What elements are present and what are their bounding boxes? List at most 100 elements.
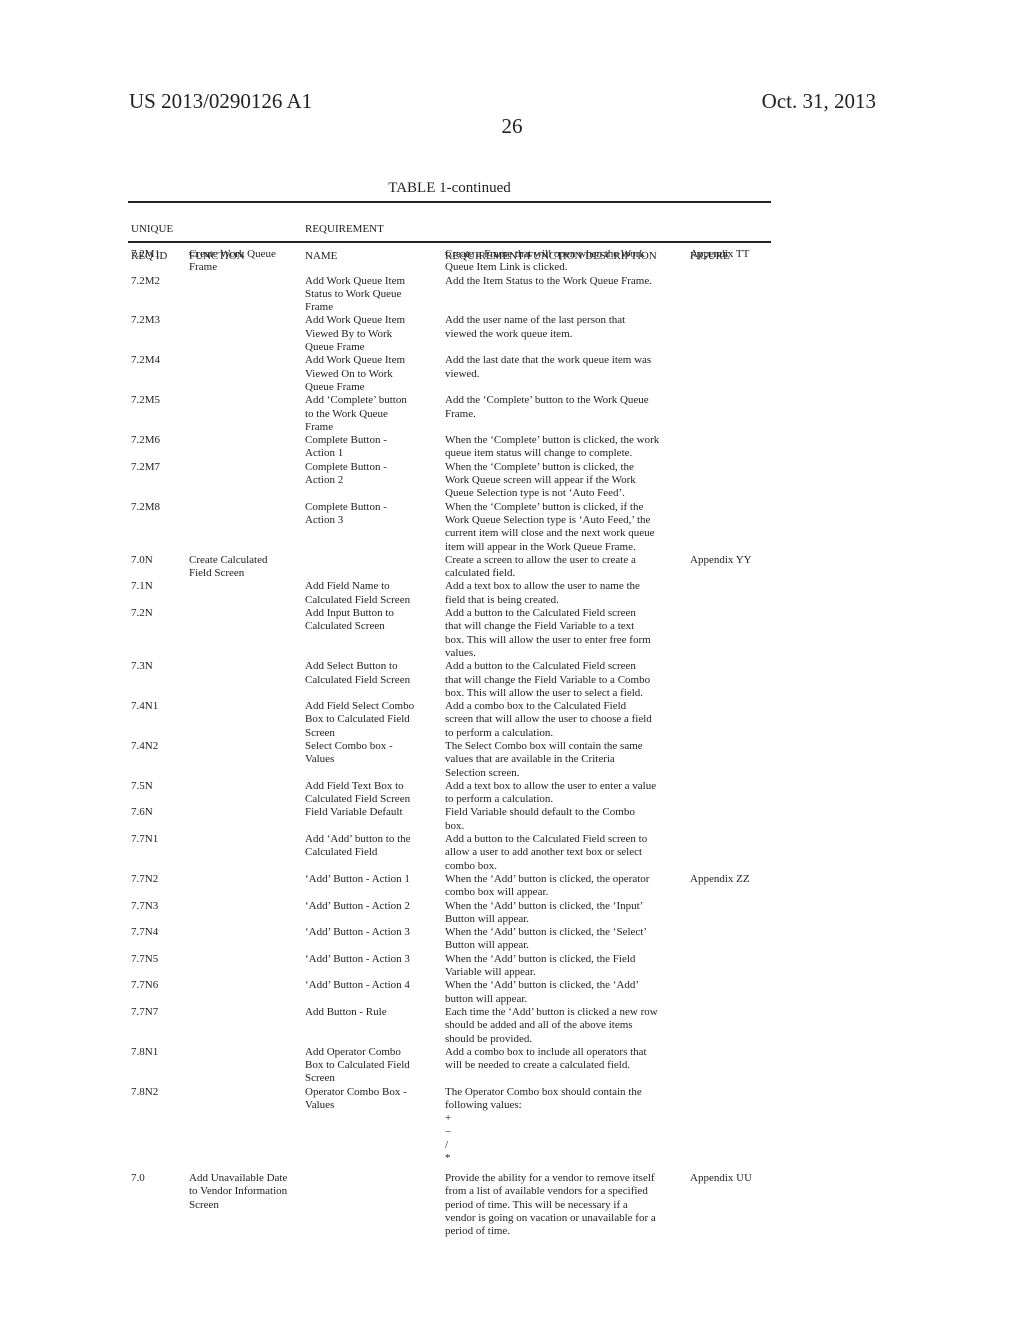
description-cell-line: combo box. bbox=[445, 859, 497, 872]
req-id-cell: 7.7N6 bbox=[131, 979, 186, 992]
column-header-line: UNIQUE bbox=[131, 223, 174, 236]
description-cell-line: Queue Item Link is clicked. bbox=[445, 261, 568, 274]
column-header-line: REQUIREMENT bbox=[305, 223, 384, 236]
req-id-cell-line: 7.2M1 bbox=[131, 248, 161, 260]
description-cell-line: When the ‘Complete’ button is clicked, i… bbox=[445, 500, 644, 513]
description-cell-line: + bbox=[445, 1112, 452, 1125]
description-cell-line: Add the user name of the last person tha… bbox=[445, 314, 626, 327]
requirement-name-cell-line: Values bbox=[305, 1099, 335, 1111]
description-cell-line: period of time. This will be necessary i… bbox=[445, 1198, 628, 1211]
req-id-cell-line: 7.8N1 bbox=[131, 1045, 159, 1058]
req-id-cell: 7.2M3 bbox=[131, 314, 186, 327]
req-id-cell-line: 7.7N1 bbox=[131, 833, 159, 846]
description-cell: Field Variable should default to the Com… bbox=[445, 806, 681, 833]
table-row: 7.6N Field Variable Default Field Variable… bbox=[128, 806, 778, 833]
requirement-name-cell-line: Add Input Button to bbox=[305, 607, 394, 620]
table-row: 7.2M4 Add Work Queue Item Viewed On to Wor… bbox=[128, 354, 778, 394]
requirement-name-cell-line: Add Work Queue Item bbox=[305, 274, 406, 287]
req-id-cell: 7.4N2 bbox=[131, 740, 186, 753]
description-cell: When the ‘Add’ button is clicked, the ‘S… bbox=[445, 926, 681, 953]
requirement-name-cell: Add Select Button to Calculated Field Scr… bbox=[305, 660, 435, 687]
requirement-name-cell: Add Field Name to Calculated Field Screen bbox=[305, 580, 435, 607]
description-cell-line: Add the Item Status to the Work Queue Fr… bbox=[445, 274, 652, 287]
table-row: 7.2M6 Complete Button - Action 1 When the ‘… bbox=[128, 434, 778, 461]
description-cell-line: Each time the ‘Add’ button is clicked a … bbox=[445, 1005, 658, 1018]
figure-cell-line: Appendix YY bbox=[690, 553, 752, 566]
requirement-name-cell-line: Box to Calculated Field bbox=[305, 713, 410, 726]
requirement-name-cell-line: Add ‘Add’ button to the bbox=[305, 833, 411, 846]
req-id-cell-line: 7.0N bbox=[131, 553, 153, 566]
description-cell-line: that will change the Field Variable to a… bbox=[445, 673, 651, 686]
requirement-name-cell-line: Calculated Field bbox=[305, 846, 378, 859]
table-header-rule bbox=[128, 241, 771, 243]
description-cell-line: Selection screen. bbox=[445, 766, 520, 779]
req-id-cell-line: 7.4N2 bbox=[131, 739, 159, 752]
req-id-cell: 7.2M5 bbox=[131, 394, 186, 407]
description-cell-line: Button will appear. bbox=[445, 939, 530, 952]
req-id-cell-line: 7.2M7 bbox=[131, 460, 161, 473]
description-cell: Add the ‘Complete’ button to the Work Qu… bbox=[445, 394, 681, 421]
req-id-cell: 7.7N1 bbox=[131, 833, 186, 846]
requirement-name-cell-line: Add ‘Complete’ button bbox=[305, 394, 407, 407]
requirement-name-cell-line: ‘Add’ Button - Action 2 bbox=[305, 899, 410, 912]
table-row: 7.7N2 ‘Add’ Button - Action 1 When the ‘Ad… bbox=[128, 873, 778, 900]
description-cell-line: Create a Frame that will open when the W… bbox=[445, 248, 645, 260]
description-cell-line: calculated field. bbox=[445, 567, 516, 580]
description-cell: When the ‘Complete’ button is clicked, i… bbox=[445, 501, 681, 554]
requirement-name-cell-line: ‘Add’ Button - Action 3 bbox=[305, 952, 410, 965]
function-cell-line: Field Screen bbox=[189, 567, 245, 580]
description-cell-line: When the ‘Add’ button is clicked, the Fi… bbox=[445, 952, 636, 965]
requirement-name-cell: Add Field Select Combo Box to Calculated … bbox=[305, 700, 435, 740]
table-row: 7.2M8 Complete Button - Action 3 When the ‘… bbox=[128, 501, 778, 554]
table-row: 7.4N1 Add Field Select Combo Box to Calcul… bbox=[128, 700, 778, 740]
table-row: 7.3N Add Select Button to Calculated Field… bbox=[128, 660, 778, 700]
req-id-cell: 7.2M7 bbox=[131, 461, 186, 474]
requirement-name-cell-line: Frame bbox=[305, 420, 334, 433]
requirement-name-cell-line: Calculated Field Screen bbox=[305, 673, 411, 686]
requirement-name-cell-line: ‘Add’ Button - Action 4 bbox=[305, 979, 410, 992]
table-row: 7.2M1 Create Work Queue Frame Create a Fram… bbox=[128, 248, 778, 275]
table-row: 7.2M3 Add Work Queue Item Viewed By to Wor… bbox=[128, 314, 778, 354]
req-id-cell-line: 7.1N bbox=[131, 580, 153, 593]
description-cell: Add a button to the Calculated Field scr… bbox=[445, 607, 681, 660]
description-cell-line: to perform a calculation. bbox=[445, 793, 554, 806]
table-row: 7.2M2 Add Work Queue Item Status to Work Q… bbox=[128, 275, 778, 315]
page-number: 26 bbox=[501, 114, 523, 138]
requirement-name-cell: Add Button - Rule bbox=[305, 1006, 435, 1019]
req-id-cell: 7.2M8 bbox=[131, 501, 186, 514]
description-cell-line: Add a combo box to include all operators… bbox=[445, 1045, 647, 1058]
description-cell-line: vendor is going on vacation or unavailab… bbox=[445, 1212, 656, 1225]
column-header-line bbox=[189, 223, 245, 236]
req-id-cell-line: 7.3N bbox=[131, 660, 153, 673]
requirement-name-cell: ‘Add’ Button - Action 3 bbox=[305, 926, 435, 939]
req-id-cell-line: 7.5N bbox=[131, 779, 153, 792]
description-cell: When the ‘Complete’ button is clicked, t… bbox=[445, 461, 681, 501]
req-id-cell: 7.2M6 bbox=[131, 434, 186, 447]
description-cell-line: Add the ‘Complete’ button to the Work Qu… bbox=[445, 394, 649, 407]
function-cell-line: Create Calculated bbox=[189, 553, 268, 566]
description-cell-line: screen that will allow the user to choos… bbox=[445, 713, 652, 726]
description-cell: Create a Frame that will open when the W… bbox=[445, 248, 681, 275]
description-cell: Add a button to the Calculated Field scr… bbox=[445, 660, 681, 700]
req-id-cell-line: 7.7N4 bbox=[131, 926, 159, 939]
table-row: 7.0 Add Unavailable Date to Vendor Informa… bbox=[128, 1172, 778, 1239]
requirement-name-cell: Add Work Queue Item Viewed On to Work Queu… bbox=[305, 354, 435, 394]
description-cell-line: Add a combo box to the Calculated Field bbox=[445, 700, 627, 713]
table-row: 7.7N7 Add Button - Rule Each time the ‘Add… bbox=[128, 1006, 778, 1046]
figure-cell: Appendix ZZ bbox=[690, 873, 780, 886]
requirement-name-cell-line: Add Work Queue Item bbox=[305, 354, 406, 367]
table-row: 7.8N1 Add Operator Combo Box to Calculated… bbox=[128, 1046, 778, 1086]
requirement-name-cell-line: Complete Button - bbox=[305, 500, 387, 513]
requirement-name-cell: ‘Add’ Button - Action 3 bbox=[305, 953, 435, 966]
req-id-cell-line: 7.2M2 bbox=[131, 274, 161, 287]
req-id-cell-line: 7.7N3 bbox=[131, 899, 159, 912]
figure-cell: Appendix TT bbox=[690, 248, 780, 261]
description-cell-line: − bbox=[445, 1125, 452, 1138]
requirement-name-cell-line: Action 2 bbox=[305, 474, 344, 487]
req-id-cell-line: 7.2M3 bbox=[131, 314, 161, 327]
function-cell-line: Screen bbox=[189, 1198, 219, 1211]
description-cell-line: box. This will allow the user to select … bbox=[445, 686, 644, 699]
requirement-name-cell-line: to the Work Queue bbox=[305, 407, 388, 420]
req-id-cell-line: 7.7N2 bbox=[131, 872, 159, 885]
req-id-cell: 7.7N2 bbox=[131, 873, 186, 886]
